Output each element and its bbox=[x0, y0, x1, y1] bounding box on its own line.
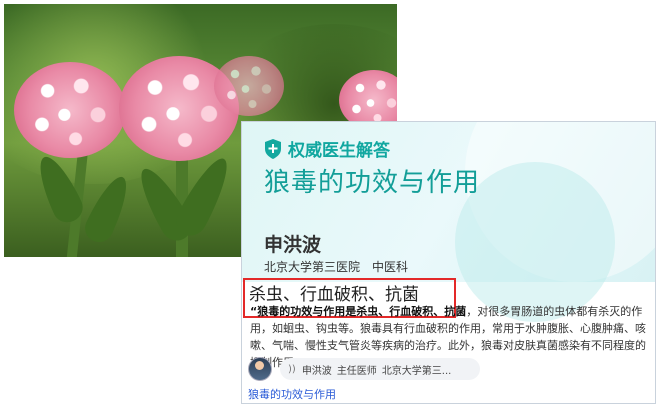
badge-label: 权威医生解答 bbox=[288, 141, 390, 161]
doctor-affiliation: 北京大学第三医院 中医科 bbox=[264, 258, 408, 275]
strip-doctor-title: 主任医师 bbox=[336, 365, 377, 377]
flower-head bbox=[214, 56, 284, 116]
avatar[interactable] bbox=[248, 357, 272, 381]
doctor-strip[interactable]: )) 申洪波 主任医师 北京大学第三... bbox=[248, 357, 480, 381]
shield-plus-icon bbox=[265, 138, 281, 159]
doctor-answer-card[interactable]: 权威医生解答 狼毒的功效与作用 申洪波 北京大学第三医院 中医科 杀虫、行血破积、… bbox=[241, 121, 656, 404]
strip-doctor-name: 申洪波 bbox=[301, 365, 332, 377]
audio-wave-icon: )) bbox=[288, 363, 296, 375]
hospital-name: 北京大学第三医院 bbox=[264, 260, 361, 274]
doctor-name: 申洪波 bbox=[264, 234, 322, 256]
authority-badge: 权威医生解答 bbox=[264, 136, 390, 161]
answer-headline: 杀虫、行血破积、抗菌 bbox=[249, 285, 419, 305]
strip-hospital: 北京大学第三... bbox=[381, 365, 452, 377]
card-title: 狼毒的功效与作用 bbox=[264, 168, 481, 198]
related-topic-link[interactable]: 狼毒的功效与作用 bbox=[248, 386, 336, 402]
flower-head bbox=[14, 62, 126, 158]
answer-bold-lead: “狼毒的功效与作用是杀虫、行血破积、抗菌 bbox=[250, 305, 467, 318]
department-name: 中医科 bbox=[372, 260, 409, 274]
audio-pill[interactable]: )) 申洪波 主任医师 北京大学第三... bbox=[280, 358, 480, 380]
